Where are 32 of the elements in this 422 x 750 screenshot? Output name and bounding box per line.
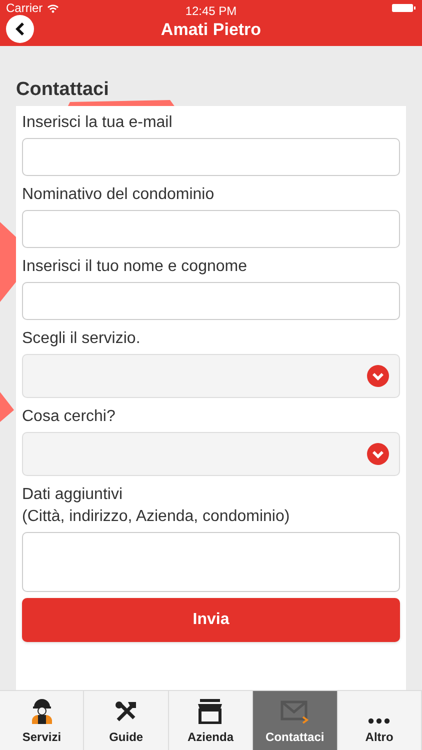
carrier-label: Carrier [6, 0, 43, 17]
input-field[interactable] [22, 210, 400, 248]
tab-button[interactable]: Guide [84, 691, 169, 750]
field-label: Inserisci il tuo nome e cognome [22, 257, 247, 277]
dropdown-field[interactable] [22, 432, 400, 476]
store-icon [197, 698, 224, 724]
input-field[interactable] [22, 138, 400, 176]
more-icon [368, 718, 390, 724]
back-button[interactable] [6, 15, 34, 43]
field-label: Dati aggiuntivi (Città, indirizzo, Azienda, condominio) [22, 485, 290, 527]
submit-button[interactable]: Invia [22, 598, 400, 642]
dropdown-field[interactable] [22, 354, 400, 398]
tab-button[interactable]: Altro [338, 691, 422, 750]
field-label: Scegli il servizio. [22, 329, 140, 349]
envelope-icon [280, 700, 310, 724]
tab-button[interactable]: Contattaci [253, 691, 338, 750]
input-field[interactable] [22, 282, 400, 320]
field-label: Inserisci la tua e-mail [22, 113, 172, 133]
section-title: Contattaci [16, 78, 109, 102]
back-icon [15, 22, 25, 36]
window-title: Amati Pietro [160, 19, 262, 42]
text-area[interactable] [22, 532, 400, 592]
tab-button[interactable]: Servizi [0, 691, 84, 750]
battery-icon [392, 3, 416, 13]
field-label: Nominativo del condominio [22, 185, 214, 205]
chevron-down-icon [367, 365, 389, 387]
wifi-icon [46, 4, 59, 12]
chevron-down-icon [367, 443, 389, 465]
worker-icon [30, 698, 54, 724]
tools-icon [114, 700, 138, 724]
field-label: Cosa cerchi? [22, 407, 116, 427]
status-time: 12:45 PM [185, 3, 237, 20]
